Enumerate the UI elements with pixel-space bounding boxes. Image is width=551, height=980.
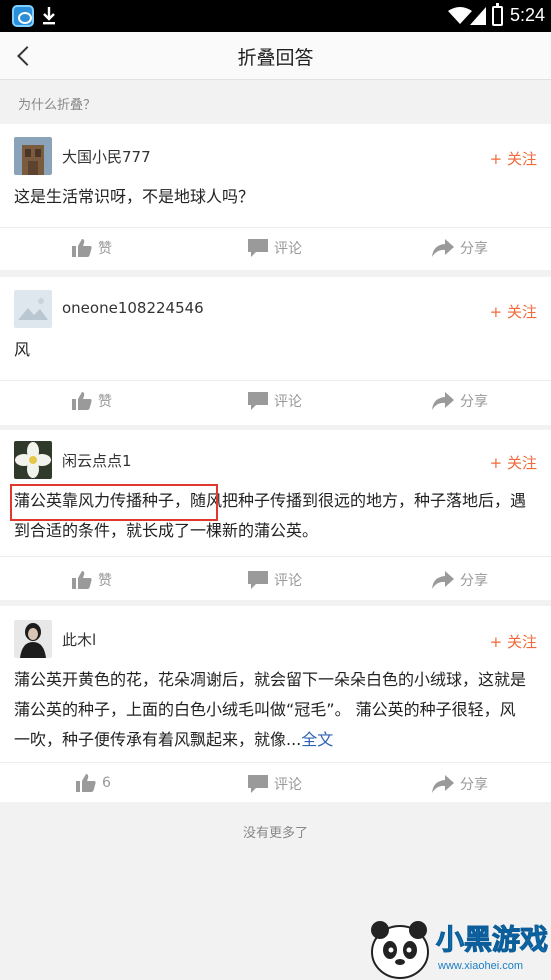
watermark-logo: 小黑游戏 www.xiaohei.com (360, 910, 551, 980)
like-label: 赞 (98, 241, 112, 257)
comment-icon (248, 239, 268, 257)
follow-button[interactable]: + 关注 (490, 631, 537, 652)
like-button[interactable]: 6 (76, 774, 111, 792)
answer-text: 蒲公英开黄色的花，花朵凋谢后，就会留下一朵朵白色的小绒球，这就是蒲公英的种子，上… (14, 670, 527, 749)
nav-bar: 折叠回答 (0, 32, 551, 80)
divider (0, 556, 551, 557)
share-icon (432, 392, 454, 410)
avatar[interactable] (14, 620, 52, 658)
comment-label: 评论 (274, 573, 302, 589)
share-button[interactable]: 分享 (432, 570, 488, 590)
clock: 5:24 (509, 5, 545, 25)
share-icon (432, 239, 454, 257)
thumbs-up-icon (72, 392, 92, 410)
follow-button[interactable]: + 关注 (490, 148, 537, 169)
answer-content: 风 (14, 340, 31, 359)
share-label: 分享 (460, 394, 488, 410)
comment-button[interactable]: 评论 (248, 570, 302, 590)
highlight-annotation (10, 484, 218, 521)
download-icon (43, 7, 55, 25)
username[interactable]: oneone108224546 (62, 299, 204, 317)
share-button[interactable]: 分享 (432, 391, 488, 411)
signal-icon (470, 7, 486, 25)
thumbs-up-icon (72, 239, 92, 257)
comment-button[interactable]: 评论 (248, 391, 302, 411)
avatar[interactable] (14, 137, 52, 175)
wifi-icon (448, 7, 472, 24)
comment-label: 评论 (274, 777, 302, 793)
no-more-text: 没有更多了 (242, 826, 308, 841)
share-icon (432, 775, 454, 793)
battery-icon (492, 3, 503, 26)
username[interactable]: 大国小民777 (62, 146, 151, 167)
comment-label: 评论 (274, 394, 302, 410)
why-folded-link[interactable]: 为什么折叠？ (18, 94, 96, 113)
like-count: 6 (102, 775, 111, 791)
share-button[interactable]: 分享 (432, 238, 488, 258)
like-label: 赞 (98, 573, 112, 589)
share-label: 分享 (460, 241, 488, 257)
read-more-link[interactable]: 全文 (301, 730, 333, 749)
share-label: 分享 (460, 573, 488, 589)
comment-icon (248, 392, 268, 410)
share-label: 分享 (460, 777, 488, 793)
app-notification-icon (12, 5, 34, 27)
comment-button[interactable]: 评论 (248, 774, 302, 794)
divider (0, 762, 551, 763)
follow-button[interactable]: + 关注 (490, 452, 537, 473)
like-button[interactable]: 赞 (72, 570, 112, 590)
thumbs-up-icon (72, 571, 92, 589)
share-icon (432, 571, 454, 589)
comment-label: 评论 (274, 241, 302, 257)
answer-card: 大国小民777 + 关注 这是生活常识呀，不是地球人吗？ 赞 评论 分享 (0, 124, 551, 270)
divider (0, 380, 551, 381)
comment-icon (248, 571, 268, 589)
like-button[interactable]: 赞 (72, 238, 112, 258)
answer-card: oneone108224546 + 关注 风 赞 评论 分享 (0, 277, 551, 425)
watermark-brand: 小黑游戏 (435, 923, 549, 957)
thumbs-up-icon (76, 774, 96, 792)
like-label: 赞 (98, 394, 112, 410)
page-title: 折叠回答 (237, 47, 314, 69)
answer-card: 此木l + 关注 蒲公英开黄色的花，花朵凋谢后，就会留下一朵朵白色的小绒球，这就… (0, 606, 551, 802)
avatar[interactable] (14, 441, 52, 479)
answer-content: 这是生活常识呀，不是地球人吗？ (14, 187, 255, 206)
comment-icon (248, 775, 268, 793)
like-button[interactable]: 赞 (72, 391, 112, 411)
username[interactable]: 闲云点点1 (62, 450, 132, 471)
status-bar: 5:24 (0, 0, 551, 32)
answer-content: 蒲公英开黄色的花，花朵凋谢后，就会留下一朵朵白色的小绒球，这就是蒲公英的种子，上… (14, 665, 529, 755)
comment-button[interactable]: 评论 (248, 238, 302, 258)
divider (0, 227, 551, 228)
watermark-url: www.xiaohei.com (438, 960, 523, 972)
follow-button[interactable]: + 关注 (490, 301, 537, 322)
avatar[interactable] (14, 290, 52, 328)
share-button[interactable]: 分享 (432, 774, 488, 794)
username[interactable]: 此木l (62, 629, 96, 650)
